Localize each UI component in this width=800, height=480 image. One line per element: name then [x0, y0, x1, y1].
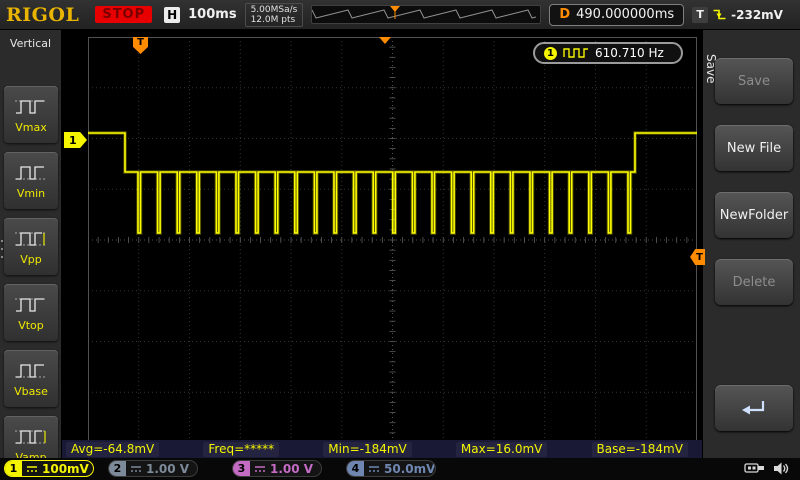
measure-label: Vbase [14, 385, 48, 398]
menu-button-new-folder[interactable]: NewFolder [715, 192, 793, 238]
measure-sidebar: Vertical Vmax Vmin Vpp [0, 30, 62, 458]
channel-bar: 1 100mV 2 1.00 V 3 1.00 V 4 [0, 458, 800, 480]
channel3-status[interactable]: 3 1.00 V [232, 460, 322, 477]
delay-label: D [559, 7, 570, 22]
menu-button-label: Delete [733, 275, 776, 290]
sidebar-scroll-dots [1, 240, 3, 258]
sidebar-title: Vertical [0, 30, 61, 50]
channel4-scale: 50.0mV [384, 462, 435, 476]
channel2-number: 2 [109, 461, 126, 476]
return-arrow-icon [740, 398, 768, 418]
menu-button-label: NewFolder [720, 208, 789, 223]
delay-block: D 490.000000ms [549, 4, 684, 26]
channel1-number: 1 [5, 461, 22, 476]
measure-label: Vpp [20, 253, 42, 266]
waveform-trace [88, 133, 697, 233]
measure-button-vtop[interactable]: Vtop [4, 284, 58, 341]
frequency-counter-badge: 1 610.710 Hz [533, 42, 683, 64]
top-status-bar: RIGOL STOP H 100ms 5.00MSa/s 12.0M pts D… [0, 0, 800, 30]
measurement-bar: Avg=-64.8mV Freq=***** Min=-184mV Max=16… [62, 440, 702, 458]
rigol-logo: RIGOL [6, 4, 79, 26]
dc-coupling-icon [368, 464, 380, 474]
measurement-min: Min=-184mV [323, 442, 411, 457]
horizontal-menu-key[interactable]: H [164, 7, 180, 23]
channel1-status[interactable]: 1 100mV [4, 460, 94, 477]
graticule [88, 37, 697, 443]
channel3-scale: 1.00 V [270, 462, 313, 476]
dc-coupling-icon [26, 464, 38, 474]
vmax-icon [14, 96, 48, 118]
trigger-level-value: -232mV [731, 8, 783, 22]
channel2-scale: 1.00 V [146, 462, 189, 476]
counter-frequency-value: 610.710 Hz [595, 46, 664, 60]
waveform-display: 1 T T 1 610.710 Hz [62, 30, 702, 440]
menu-button-label: Save [738, 74, 770, 89]
menu-button-delete[interactable]: Delete [715, 259, 793, 305]
memory-waveform-thumbnail [311, 5, 541, 24]
sample-rate: 5.00MSa/s [251, 5, 298, 15]
vmin-icon [14, 162, 48, 184]
measurement-max: Max=16.0mV [456, 442, 547, 457]
measure-label: Vtop [18, 319, 44, 332]
measure-button-vpp[interactable]: Vpp [4, 218, 58, 275]
channel1-ground-marker: 1 [64, 132, 87, 148]
counter-channel-badge: 1 [544, 47, 557, 60]
usb-icon [744, 461, 766, 475]
measure-label: Vmin [17, 187, 45, 200]
measure-label: Vmax [15, 121, 47, 134]
trigger-block: T -232mV [692, 7, 783, 23]
vbase-icon [14, 360, 48, 382]
measure-button-vbase[interactable]: Vbase [4, 350, 58, 407]
menu-button-new-file[interactable]: New File [715, 125, 793, 171]
channel4-number: 4 [347, 461, 364, 476]
dc-coupling-icon [130, 464, 142, 474]
menu-back-button[interactable] [715, 385, 793, 431]
menu-button-label: New File [727, 141, 781, 156]
measurement-base: Base=-184mV [592, 442, 688, 457]
display-center-marker [379, 37, 391, 44]
vtop-icon [14, 294, 48, 316]
channel2-status[interactable]: 2 1.00 V [108, 460, 198, 477]
measure-button-vmin[interactable]: Vmin [4, 152, 58, 209]
soft-menu: Save Save New File NewFolder Delete [702, 30, 800, 458]
memory-depth: 12.0M pts [251, 15, 296, 25]
measurement-freq: Freq=***** [203, 442, 279, 457]
vpp-icon [14, 228, 48, 250]
falling-edge-icon [712, 7, 727, 22]
oscilloscope-screen: RIGOL STOP H 100ms 5.00MSa/s 12.0M pts D… [0, 0, 800, 480]
memory-waveform-icon [312, 6, 538, 21]
measure-button-vmax[interactable]: Vmax [4, 86, 58, 143]
trigger-label: T [692, 7, 708, 23]
dc-coupling-icon [254, 464, 266, 474]
timebase-value: 100ms [188, 7, 236, 22]
channel3-number: 3 [233, 461, 250, 476]
vamp-icon [14, 426, 48, 448]
run-state-badge: STOP [95, 6, 152, 23]
channel1-scale: 100mV [42, 462, 89, 476]
menu-button-save[interactable]: Save [715, 58, 793, 104]
delay-value: 490.000000ms [576, 7, 674, 22]
measurement-avg: Avg=-64.8mV [66, 442, 159, 457]
channel4-status[interactable]: 4 50.0mV [346, 460, 436, 477]
sample-rate-block: 5.00MSa/s 12.0M pts [245, 3, 304, 27]
square-wave-icon [563, 48, 589, 58]
speaker-icon[interactable] [772, 461, 790, 476]
